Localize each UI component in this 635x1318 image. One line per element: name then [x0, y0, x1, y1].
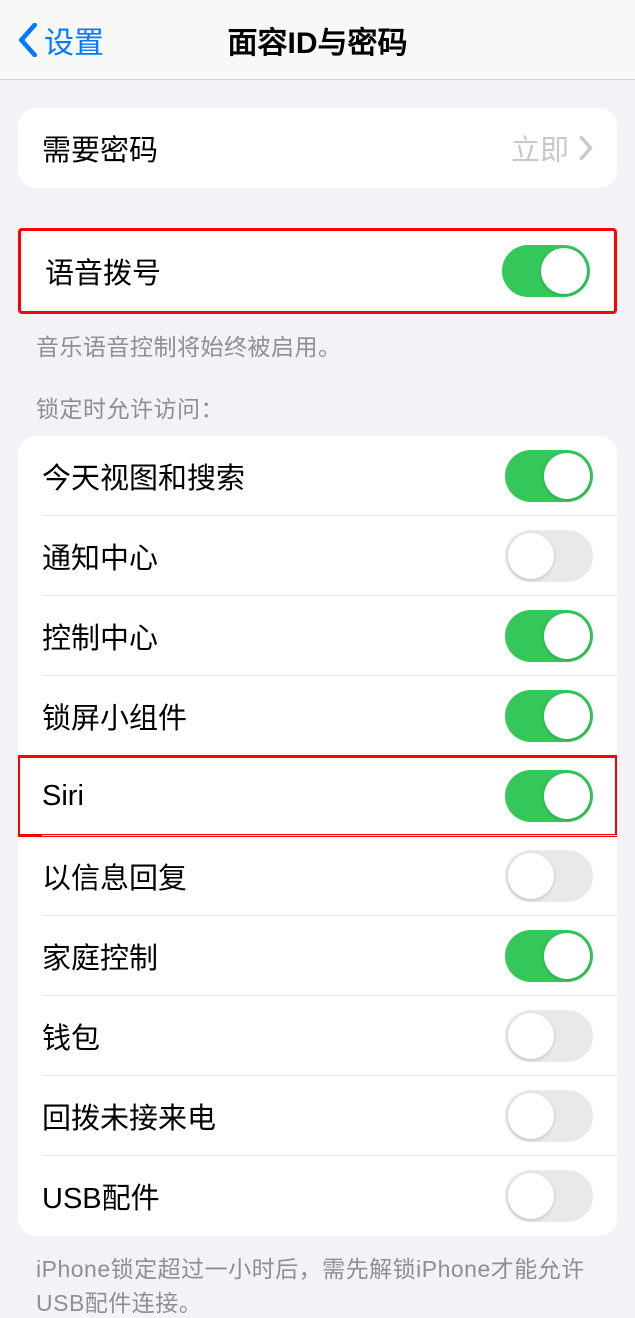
- lock-access-header: 锁定时允许访问：: [36, 390, 599, 424]
- lock-access-switch[interactable]: [505, 610, 593, 662]
- voice-dial-row: 语音拨号: [21, 231, 614, 311]
- voice-dial-switch[interactable]: [502, 245, 590, 297]
- lock-access-item-label: 回拨未接来电: [42, 1095, 505, 1137]
- lock-access-item-label: 通知中心: [42, 535, 505, 577]
- chevron-right-icon: [579, 136, 593, 160]
- lock-access-item-label: 钱包: [42, 1015, 505, 1057]
- switch-knob: [508, 533, 554, 579]
- lock-access-row: 以信息回复: [18, 836, 617, 916]
- lock-access-row: 家庭控制: [18, 916, 617, 996]
- switch-knob: [508, 1013, 554, 1059]
- lock-access-switch[interactable]: [505, 450, 593, 502]
- chevron-left-icon: [18, 23, 38, 57]
- lock-access-item-label: 锁屏小组件: [42, 695, 505, 737]
- back-button[interactable]: 设置: [0, 18, 104, 62]
- voice-dial-footer: 音乐语音控制将始终被启用。: [36, 328, 599, 362]
- lock-access-item-label: Siri: [42, 780, 505, 813]
- lock-access-row: 通知中心: [18, 516, 617, 596]
- switch-knob: [544, 773, 590, 819]
- lock-access-footer: iPhone锁定超过一小时后，需先解锁iPhone才能允许USB配件连接。: [36, 1250, 599, 1318]
- back-label: 设置: [44, 18, 104, 62]
- lock-access-row: 钱包: [18, 996, 617, 1076]
- require-passcode-row[interactable]: 需要密码 立即: [18, 108, 617, 188]
- lock-access-row: USB配件: [18, 1156, 617, 1236]
- switch-knob: [508, 1173, 554, 1219]
- switch-knob: [508, 853, 554, 899]
- require-passcode-label: 需要密码: [42, 127, 511, 169]
- navbar: 设置 面容ID与密码: [0, 0, 635, 80]
- lock-access-item-label: USB配件: [42, 1175, 505, 1217]
- voice-dial-label: 语音拨号: [45, 250, 502, 292]
- require-passcode-value: 立即: [511, 127, 569, 169]
- lock-access-switch[interactable]: [505, 1010, 593, 1062]
- lock-access-row: 控制中心: [18, 596, 617, 676]
- lock-access-switch[interactable]: [505, 530, 593, 582]
- lock-access-switch[interactable]: [505, 930, 593, 982]
- voice-dial-group: 语音拨号: [18, 228, 617, 314]
- lock-access-item-label: 控制中心: [42, 615, 505, 657]
- lock-access-switch[interactable]: [505, 1170, 593, 1222]
- switch-knob: [544, 933, 590, 979]
- switch-knob: [508, 1093, 554, 1139]
- passcode-group: 需要密码 立即: [18, 108, 617, 188]
- lock-access-row: 今天视图和搜索: [18, 436, 617, 516]
- switch-knob: [544, 693, 590, 739]
- lock-access-row: 锁屏小组件: [18, 676, 617, 756]
- switch-knob: [544, 613, 590, 659]
- lock-access-row: 回拨未接来电: [18, 1076, 617, 1156]
- lock-access-switch[interactable]: [505, 690, 593, 742]
- lock-access-item-label: 家庭控制: [42, 935, 505, 977]
- lock-access-switch[interactable]: [505, 770, 593, 822]
- lock-access-group: 今天视图和搜索通知中心控制中心锁屏小组件 Siri 以信息回复家庭控制钱包回拨未接来…: [18, 436, 617, 1236]
- switch-knob: [541, 248, 587, 294]
- lock-access-item-label: 以信息回复: [42, 855, 505, 897]
- lock-access-switch[interactable]: [505, 1090, 593, 1142]
- lock-access-switch[interactable]: [505, 850, 593, 902]
- content: 需要密码 立即 语音拨号 音乐语音控制将始终被启用。 锁定时允许访问： 今天视图…: [0, 108, 635, 1318]
- switch-knob: [544, 453, 590, 499]
- lock-access-row: Siri: [18, 756, 617, 836]
- lock-access-item-label: 今天视图和搜索: [42, 455, 505, 497]
